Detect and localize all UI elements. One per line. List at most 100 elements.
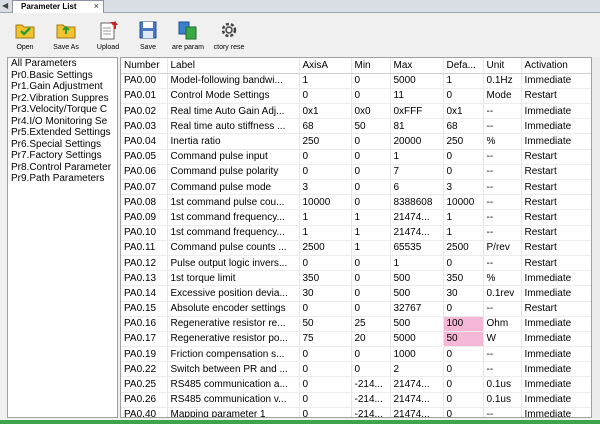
table-row[interactable]: PA0.19 Friction compensation s... 0 0 1000 0-…: [121, 346, 591, 363]
table-row[interactable]: PA0.22 Switch between PR and ... 0 0 2 0 -- Imm…: [121, 361, 591, 378]
cell-axisa[interactable]: 30: [299, 285, 352, 302]
cell-number: PA0.04: [121, 133, 168, 150]
cell-activation: Restart: [521, 209, 591, 226]
cell-axisa[interactable]: 0: [299, 301, 352, 317]
tree-item-pr9[interactable]: Pr9.Path Parameters: [8, 173, 117, 185]
cell-default: 0: [443, 88, 484, 105]
table-row[interactable]: PA0.25 RS485 communication a... 0 -214... 21…: [121, 376, 591, 393]
tree-item-pr1[interactable]: Pr1.Gain Adjustment: [8, 81, 117, 93]
cell-number: PA0.09: [121, 209, 168, 226]
tree-item-pr2[interactable]: Pr2.Vibration Suppres: [8, 93, 117, 105]
save-button[interactable]: Save: [128, 16, 168, 56]
cell-unit: %: [483, 270, 522, 287]
cell-axisa[interactable]: 0: [299, 392, 352, 408]
table-row[interactable]: PA0.16 Regenerative resistor re... 50 25 500…: [121, 316, 591, 332]
table-row[interactable]: PA0.02 Real time Auto Gain Adj... 0x1 0x0 0x…: [121, 103, 591, 120]
tree-item-pr7[interactable]: Pr7.Factory Settings: [8, 150, 117, 162]
tree-item-pr8[interactable]: Pr8.Control Parameter: [8, 162, 117, 174]
cell-activation: Restart: [521, 255, 591, 272]
table-row[interactable]: PA0.01 Control Mode Settings 0 0 11 0 Mode Rest…: [121, 88, 591, 105]
table-row[interactable]: PA0.11 Command pulse counts ... 2500 1 65535…: [121, 240, 591, 256]
tree-item-pr3[interactable]: Pr3.Velocity/Torque C: [8, 104, 117, 116]
cell-min: 50: [351, 118, 391, 135]
table-row[interactable]: PA0.00 Model-following bandwi... 1 0 5000 1 0.…: [121, 73, 591, 89]
column-header-label[interactable]: Label: [167, 58, 300, 74]
cell-axisa[interactable]: 0x1: [299, 103, 352, 120]
cell-unit: --: [483, 301, 522, 317]
cell-min: 0: [351, 133, 391, 150]
cell-default: 1: [443, 73, 484, 89]
table-row[interactable]: PA0.03 Real time auto stiffness ... 68 50 81…: [121, 118, 591, 135]
table-row[interactable]: PA0.06 Command pulse polarity 0 0 7 0 -- Restar…: [121, 164, 591, 181]
table-row[interactable]: PA0.10 1st command frequency... 1 1 21474...…: [121, 225, 591, 241]
cell-number: PA0.17: [121, 331, 168, 348]
table-row[interactable]: PA0.09 1st command frequency... 1 1 21474...…: [121, 209, 591, 226]
table-row[interactable]: PA0.13 1st torque limit 350 0 500 350% Immedia…: [121, 270, 591, 287]
vertical-scrollbar[interactable]: [592, 57, 600, 418]
status-bar: [0, 420, 600, 424]
column-header-default[interactable]: Defa...: [443, 58, 484, 74]
table-row[interactable]: PA0.07 Command pulse mode 3 0 6 3 -- Restart: [121, 179, 591, 196]
column-header-unit[interactable]: Unit: [483, 58, 522, 74]
column-header-min[interactable]: Min: [351, 58, 391, 74]
cell-axisa[interactable]: 1: [299, 209, 352, 226]
cell-max: 20000: [390, 133, 444, 150]
cell-label: RS485 communication a...: [167, 376, 300, 393]
tree-item-pr4[interactable]: Pr4.I/O Monitoring Se: [8, 116, 117, 128]
cell-unit: %: [483, 133, 522, 150]
table-row[interactable]: PA0.26 RS485 communication v... 0 -214... 21…: [121, 392, 591, 408]
cell-number: PA0.02: [121, 103, 168, 120]
table-row[interactable]: PA0.14 Excessive position devia... 30 0 500 3…: [121, 285, 591, 302]
column-header-activation[interactable]: Activation: [521, 58, 591, 74]
cell-axisa[interactable]: 2500: [299, 240, 352, 256]
cell-max: 7: [390, 164, 444, 181]
save-as-button[interactable]: Save As: [46, 16, 86, 56]
cell-axisa[interactable]: 0: [299, 164, 352, 181]
tree-item-pr6[interactable]: Pr6.Special Settings: [8, 139, 117, 151]
close-icon[interactable]: ×: [94, 1, 99, 12]
cell-axisa[interactable]: 0: [299, 255, 352, 272]
cell-axisa[interactable]: 10000: [299, 194, 352, 211]
column-header-number[interactable]: Number: [121, 58, 168, 74]
cell-axisa[interactable]: 3: [299, 179, 352, 196]
cell-label: 1st command frequency...: [167, 225, 300, 241]
upload-button[interactable]: Upload: [88, 16, 128, 56]
cell-axisa[interactable]: 0: [299, 407, 352, 417]
table-row[interactable]: PA0.12 Pulse output logic invers... 0 0 1 0 --…: [121, 255, 591, 272]
tree-item-pr5[interactable]: Pr5.Extended Settings: [8, 127, 117, 139]
table-row[interactable]: PA0.17 Regenerative resistor po... 75 20 500…: [121, 331, 591, 348]
cell-axisa[interactable]: 1: [299, 73, 352, 89]
cell-activation: Immediate: [521, 346, 591, 363]
cell-axisa[interactable]: 1: [299, 225, 352, 241]
tree-item-all[interactable]: All Parameters: [8, 58, 117, 70]
cell-axisa[interactable]: 68: [299, 118, 352, 135]
cell-label: RS485 communication v...: [167, 392, 300, 408]
column-header-max[interactable]: Max: [390, 58, 444, 74]
table-row[interactable]: PA0.05 Command pulse input 0 0 1 0 -- Restart: [121, 149, 591, 165]
tab-parameter-list[interactable]: Parameter List ×: [12, 0, 104, 13]
cell-min: -214...: [351, 376, 391, 393]
open-button[interactable]: Open: [5, 16, 45, 56]
cell-axisa[interactable]: 50: [299, 316, 352, 332]
table-row[interactable]: PA0.08 1st command pulse cou... 10000 0 8388…: [121, 194, 591, 211]
cell-axisa[interactable]: 75: [299, 331, 352, 348]
cell-unit: 0.1Hz: [483, 73, 522, 89]
cell-axisa[interactable]: 0: [299, 346, 352, 363]
cell-axisa[interactable]: 0: [299, 149, 352, 165]
table-row[interactable]: PA0.04 Inertia ratio 250 0 20000 250% Immediat…: [121, 133, 591, 150]
tree-item-pr0[interactable]: Pr0.Basic Settings: [8, 70, 117, 82]
cell-axisa[interactable]: 350: [299, 270, 352, 287]
save-as-label: Save As: [53, 44, 79, 51]
cell-axisa[interactable]: 0: [299, 376, 352, 393]
cell-label: 1st command frequency...: [167, 209, 300, 226]
table-row[interactable]: PA0.40 Mapping parameter 1 0 -214... 21474..…: [121, 407, 591, 417]
table-row[interactable]: PA0.15 Absolute encoder settings 0 0 32767 0-…: [121, 301, 591, 317]
compare-param-button[interactable]: are param: [168, 16, 208, 56]
cell-axisa[interactable]: 0: [299, 88, 352, 105]
tab-scroll-left-icon[interactable]: ◀: [2, 1, 10, 11]
cell-activation: Immediate: [521, 376, 591, 393]
cell-axisa[interactable]: 250: [299, 133, 352, 150]
factory-reset-button[interactable]: ctory rese: [209, 16, 249, 56]
cell-axisa[interactable]: 0: [299, 361, 352, 378]
column-header-axisa[interactable]: AxisA: [299, 58, 352, 74]
